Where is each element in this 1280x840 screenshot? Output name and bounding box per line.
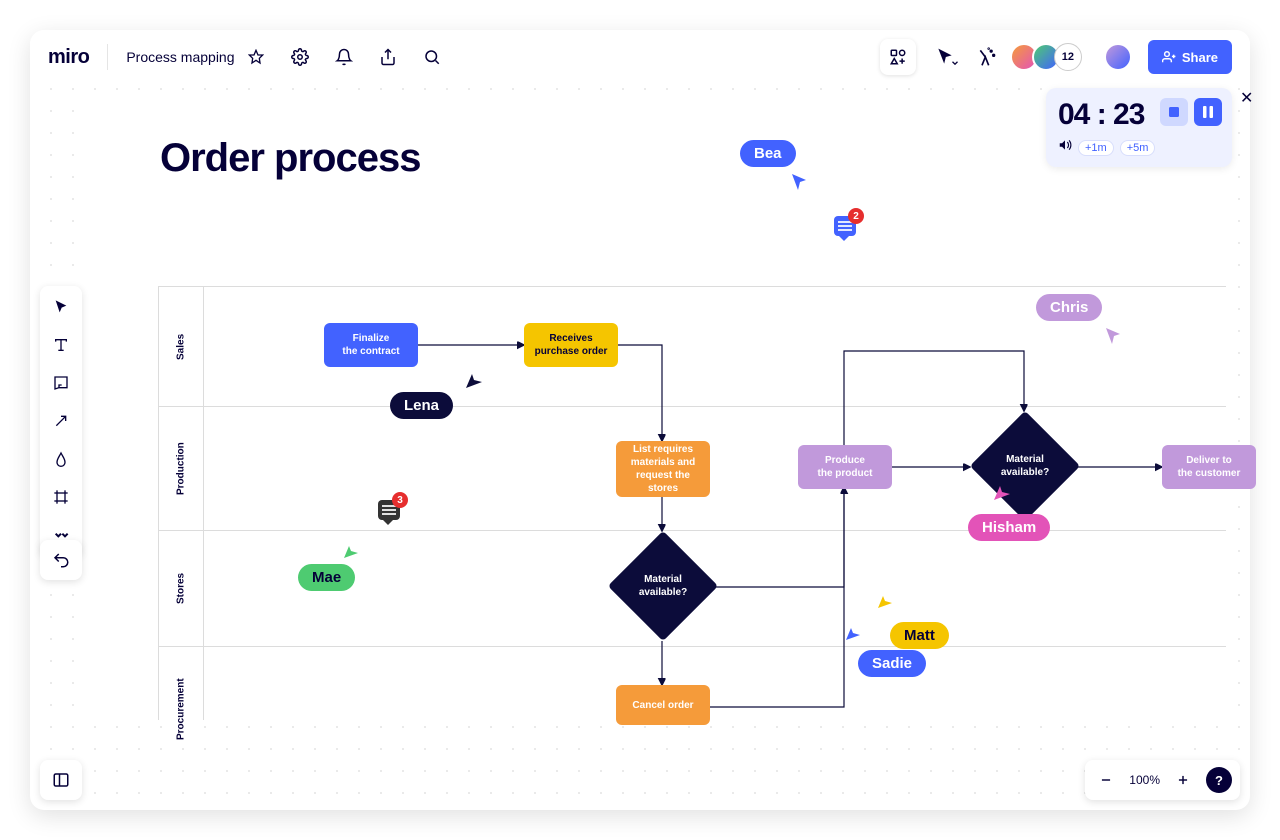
frame-title[interactable]: Order process xyxy=(160,136,420,181)
divider xyxy=(107,44,108,70)
cursor-tag-matt: Matt xyxy=(890,622,949,649)
lane-label: Production xyxy=(158,407,204,530)
sticky-tool[interactable] xyxy=(48,370,74,396)
collaborator-avatars[interactable]: 12 xyxy=(1016,43,1082,71)
zoom-level[interactable]: 100% xyxy=(1129,773,1160,787)
lane-label: Procurement xyxy=(158,647,204,771)
comment-bubble[interactable]: 2 xyxy=(834,216,856,236)
flowchart-area: Finalize the contract Receives purchase … xyxy=(204,287,1226,720)
search-icon[interactable] xyxy=(419,44,445,70)
pen-tool[interactable] xyxy=(48,446,74,472)
node-decision-material-1[interactable]: Material available? xyxy=(608,531,718,641)
text-tool[interactable] xyxy=(48,332,74,358)
settings-icon[interactable] xyxy=(287,44,313,70)
lane-label: Stores xyxy=(158,531,204,646)
node-finalize[interactable]: Finalize the contract xyxy=(324,323,418,367)
node-deliver[interactable]: Deliver to the customer xyxy=(1162,445,1256,489)
timer-stop-button[interactable] xyxy=(1160,98,1188,126)
reactions-icon[interactable] xyxy=(974,44,1000,70)
board-name[interactable]: Process mapping xyxy=(126,44,268,70)
close-icon[interactable]: ✕ xyxy=(1236,84,1257,112)
share-label: Share xyxy=(1182,50,1218,65)
node-decision-material-2[interactable]: Material available? xyxy=(970,411,1080,521)
timer-add-1m[interactable]: +1m xyxy=(1078,140,1114,156)
minimap-button[interactable] xyxy=(40,760,82,800)
cursor-tag-chris: Chris xyxy=(1036,294,1102,321)
node-list-requires[interactable]: List requires materials and request the … xyxy=(616,441,710,497)
top-bar: miro Process mapping xyxy=(30,30,1250,84)
current-user-avatar[interactable] xyxy=(1104,43,1132,71)
help-button[interactable]: ? xyxy=(1206,767,1232,793)
swimlanes: Sales Production Stores Procurement xyxy=(158,286,1226,720)
apps-icon[interactable] xyxy=(880,39,916,75)
arrow-tool[interactable] xyxy=(48,408,74,434)
cursor-tag-hisham: Hisham xyxy=(968,514,1050,541)
cursor-icon xyxy=(1104,326,1124,346)
frame-tool[interactable] xyxy=(48,484,74,510)
cursor-icon xyxy=(876,592,894,610)
comment-bubble[interactable]: 3 xyxy=(378,500,400,520)
zoom-controls: 100% ? xyxy=(1085,760,1240,800)
cursor-mode-icon[interactable] xyxy=(932,44,958,70)
timer-add-5m[interactable]: +5m xyxy=(1120,140,1156,156)
cursor-icon xyxy=(992,482,1012,502)
comment-count-badge: 2 xyxy=(848,208,864,224)
cursor-icon xyxy=(342,542,360,560)
timer-panel: ✕ 04 : 23 +1m +5m xyxy=(1046,88,1232,167)
board-name-text: Process mapping xyxy=(126,49,234,65)
export-icon[interactable] xyxy=(375,44,401,70)
left-toolbar xyxy=(40,286,82,556)
comment-count-badge: 3 xyxy=(392,492,408,508)
share-button[interactable]: Share xyxy=(1148,40,1232,74)
star-icon[interactable] xyxy=(243,44,269,70)
timer-pause-button[interactable] xyxy=(1194,98,1222,126)
avatar-overflow-count: 12 xyxy=(1054,43,1082,71)
brand-logo[interactable]: miro xyxy=(48,46,89,69)
node-produce[interactable]: Produce the product xyxy=(798,445,892,489)
zoom-out-button[interactable] xyxy=(1093,767,1119,793)
node-cancel[interactable]: Cancel order xyxy=(616,685,710,725)
cursor-tag-mae: Mae xyxy=(298,564,355,591)
select-tool[interactable] xyxy=(48,294,74,320)
cursor-icon xyxy=(464,370,484,390)
cursor-tag-sadie: Sadie xyxy=(858,650,926,677)
zoom-in-button[interactable] xyxy=(1170,767,1196,793)
bell-icon[interactable] xyxy=(331,44,357,70)
cursor-tag-lena: Lena xyxy=(390,392,453,419)
diagram-frame[interactable]: Order process Sales Production Stores Pr… xyxy=(94,90,1226,720)
cursor-tag-bea: Bea xyxy=(740,140,796,167)
undo-button[interactable] xyxy=(40,540,82,580)
sound-icon[interactable] xyxy=(1058,138,1072,157)
cursor-icon xyxy=(790,172,810,192)
node-receives[interactable]: Receives purchase order xyxy=(524,323,618,367)
lane-label: Sales xyxy=(158,287,204,406)
cursor-icon xyxy=(844,624,862,642)
